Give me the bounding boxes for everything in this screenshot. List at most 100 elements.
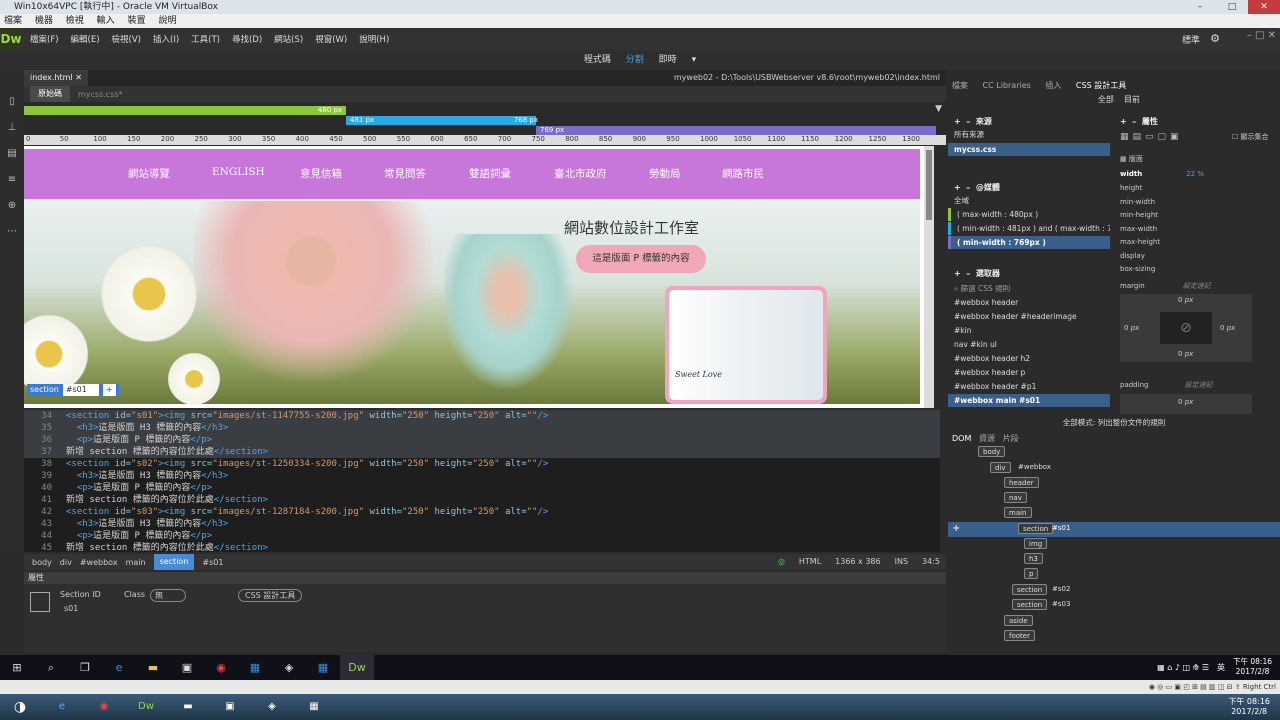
nav-item[interactable]: 臺北市政府: [554, 166, 607, 181]
selector-item[interactable]: #webbox header p: [948, 366, 1110, 379]
app-icon[interactable]: ◈: [272, 655, 306, 680]
property-row[interactable]: min-height: [1120, 211, 1166, 219]
vbox-menu-devices[interactable]: 裝置: [128, 16, 146, 26]
dw-menu-window[interactable]: 視窗(W): [315, 33, 347, 45]
folder-icon[interactable]: ▬: [136, 655, 170, 680]
dreamweaver-icon[interactable]: Dw: [340, 655, 374, 680]
chrome-icon[interactable]: ◉: [204, 655, 238, 680]
tab-assets[interactable]: 資源: [979, 434, 995, 443]
vbox-menu-machine[interactable]: 機器: [35, 16, 53, 26]
property-category-icons[interactable]: ▦▤▭▢▣: [1120, 132, 1183, 142]
dom-node-nav[interactable]: nav: [1004, 492, 1027, 503]
more-icon[interactable]: ⋯: [0, 226, 24, 244]
crumb-webbox[interactable]: #webbox: [80, 558, 118, 567]
close-button[interactable]: ✕: [1248, 0, 1280, 14]
dom-node-main[interactable]: main: [1004, 507, 1032, 518]
selector-filter-input[interactable]: ⌕ 篩選 CSS 規則: [948, 282, 1110, 295]
dom-node-h3[interactable]: h3: [1024, 553, 1043, 564]
ie-icon[interactable]: e: [42, 695, 82, 719]
tab-insert[interactable]: 插入: [1045, 81, 1061, 90]
paste-icon[interactable]: ▤: [0, 148, 24, 166]
search-icon[interactable]: ⌕: [34, 655, 68, 680]
width-value[interactable]: 22 %: [1186, 170, 1204, 178]
clock[interactable]: 下午 08:16 2017/2/8: [1233, 657, 1272, 680]
design-view[interactable]: 網站導覽 ENGLISH 意見信箱 常見問答 雙語詞彙 臺北市政府 勞動局 網路…: [24, 146, 924, 408]
format-icon[interactable]: ≡: [0, 174, 24, 192]
mode-current[interactable]: 目前: [1124, 95, 1140, 104]
nav-item[interactable]: 常見問答: [384, 166, 426, 181]
dom-node-p[interactable]: p: [1024, 568, 1039, 579]
dom-node-header[interactable]: header: [1004, 477, 1039, 488]
media-480[interactable]: ( max-width : 480px ): [948, 208, 1110, 221]
usbwebserver-icon[interactable]: ▦: [238, 655, 272, 680]
media-769[interactable]: ( min-width : 769px ): [948, 236, 1110, 249]
margin-top-value[interactable]: 0 px: [1178, 296, 1193, 304]
filter-icon[interactable]: ▼: [935, 104, 942, 114]
nav-item[interactable]: 雙語詞彙: [469, 166, 511, 181]
dw-menu-help[interactable]: 說明(H): [359, 33, 389, 45]
code-line[interactable]: 36 <p>這是版面 P 標籤的內容</p>: [24, 434, 940, 446]
dom-node-aside[interactable]: aside: [1004, 615, 1033, 626]
maximize-button[interactable]: □: [1216, 0, 1248, 14]
tab-snippets[interactable]: 片段: [1003, 434, 1019, 443]
virtualbox-icon[interactable]: ◈: [252, 695, 292, 719]
dom-node-footer[interactable]: footer: [1004, 630, 1035, 641]
crumb-section[interactable]: section: [153, 554, 195, 570]
view-code-button[interactable]: 程式碼: [584, 55, 611, 65]
padding-row[interactable]: padding 設定速記: [1120, 380, 1212, 390]
code-line[interactable]: 35 <h3>這是版面 H3 標籤的內容</h3>: [24, 422, 940, 434]
margin-row[interactable]: margin 設定速記: [1120, 281, 1211, 291]
tray-icons[interactable]: ▦ ⌂ ♪ ◫ ⟰ ☰: [1157, 655, 1209, 680]
dom-node-section-s02[interactable]: section: [1012, 584, 1048, 595]
usbwebserver-icon-2[interactable]: ▦: [306, 655, 340, 680]
code-line[interactable]: 38 <section id="s02"><img src="images/st-…: [24, 458, 940, 470]
target-icon[interactable]: ⊕: [0, 200, 24, 218]
folder-icon[interactable]: ▬: [168, 695, 208, 719]
media-global[interactable]: 全域: [948, 194, 1110, 207]
tab-dom[interactable]: DOM: [952, 434, 971, 443]
code-line[interactable]: 37 新增 section 標籤的內容位於此處</section>: [24, 446, 940, 458]
mode-all[interactable]: 全部: [1098, 95, 1114, 104]
tab-mycss[interactable]: mycss.css*: [70, 90, 131, 99]
dreamweaver-icon[interactable]: Dw: [126, 695, 166, 719]
code-line[interactable]: 45 新增 section 標籤的內容位於此處</section>: [24, 542, 940, 552]
margin-right-value[interactable]: 0 px: [1220, 324, 1235, 332]
margin-bottom-value[interactable]: 0 px: [1178, 350, 1193, 358]
mq-bar-480[interactable]: 480 px: [24, 106, 346, 115]
tab-index-html[interactable]: index.html ✕: [24, 70, 88, 86]
scroll-thumb[interactable]: [926, 150, 932, 220]
dom-node-section-s03[interactable]: section: [1012, 599, 1048, 610]
selector-item[interactable]: nav #kin ul: [948, 338, 1110, 351]
mq-bar-769[interactable]: 769 px: [536, 126, 936, 135]
dw-menu-site[interactable]: 網站(S): [274, 33, 303, 45]
tools-icon[interactable]: ⊥: [0, 122, 24, 140]
media-481-768[interactable]: ( min-width : 481px ) and ( max-width : …: [948, 222, 1110, 235]
store-icon[interactable]: ▣: [170, 655, 204, 680]
view-split-button[interactable]: 分割: [626, 55, 644, 65]
doc-type-select[interactable]: HTML: [799, 554, 821, 570]
code-line[interactable]: 40 <p>這是版面 P 標籤的內容</p>: [24, 482, 940, 494]
dw-menu-edit[interactable]: 編輯(E): [71, 33, 100, 45]
windows-start-icon[interactable]: ◑: [0, 695, 40, 719]
add-element-icon[interactable]: +: [952, 523, 960, 534]
code-line[interactable]: 43 <h3>這是版面 H3 標籤的內容</h3>: [24, 518, 940, 530]
host-clock[interactable]: 下午 08:16 2017/2/8: [1228, 697, 1270, 717]
gear-icon[interactable]: ⚙: [1210, 32, 1220, 45]
design-scrollbar[interactable]: [924, 146, 934, 408]
minimize-button[interactable]: –: [1184, 0, 1216, 14]
vbox-menu-help[interactable]: 說明: [158, 16, 176, 26]
nav-item[interactable]: 勞動局: [649, 166, 681, 181]
window-size-select[interactable]: 1366 x 386: [835, 554, 880, 570]
property-row[interactable]: box-sizing: [1120, 265, 1163, 273]
tab-css-designer[interactable]: CSS 設計工具: [1076, 81, 1126, 90]
show-set-checkbox[interactable]: ☐ 顯示集合: [1232, 132, 1269, 142]
edge-icon[interactable]: e: [102, 655, 136, 680]
crumb-s01[interactable]: #s01: [202, 558, 223, 567]
code-line[interactable]: 41 新增 section 標籤的內容位於此處</section>: [24, 494, 940, 506]
code-line[interactable]: 39 <h3>這是版面 H3 標籤的內容</h3>: [24, 470, 940, 482]
property-row[interactable]: display: [1120, 252, 1153, 260]
mq-bar-768[interactable]: 768 px: [346, 116, 542, 125]
selector-item[interactable]: #webbox main #s01: [948, 394, 1110, 407]
property-row[interactable]: height: [1120, 184, 1150, 192]
dw-menu-insert[interactable]: 插入(I): [153, 33, 179, 45]
